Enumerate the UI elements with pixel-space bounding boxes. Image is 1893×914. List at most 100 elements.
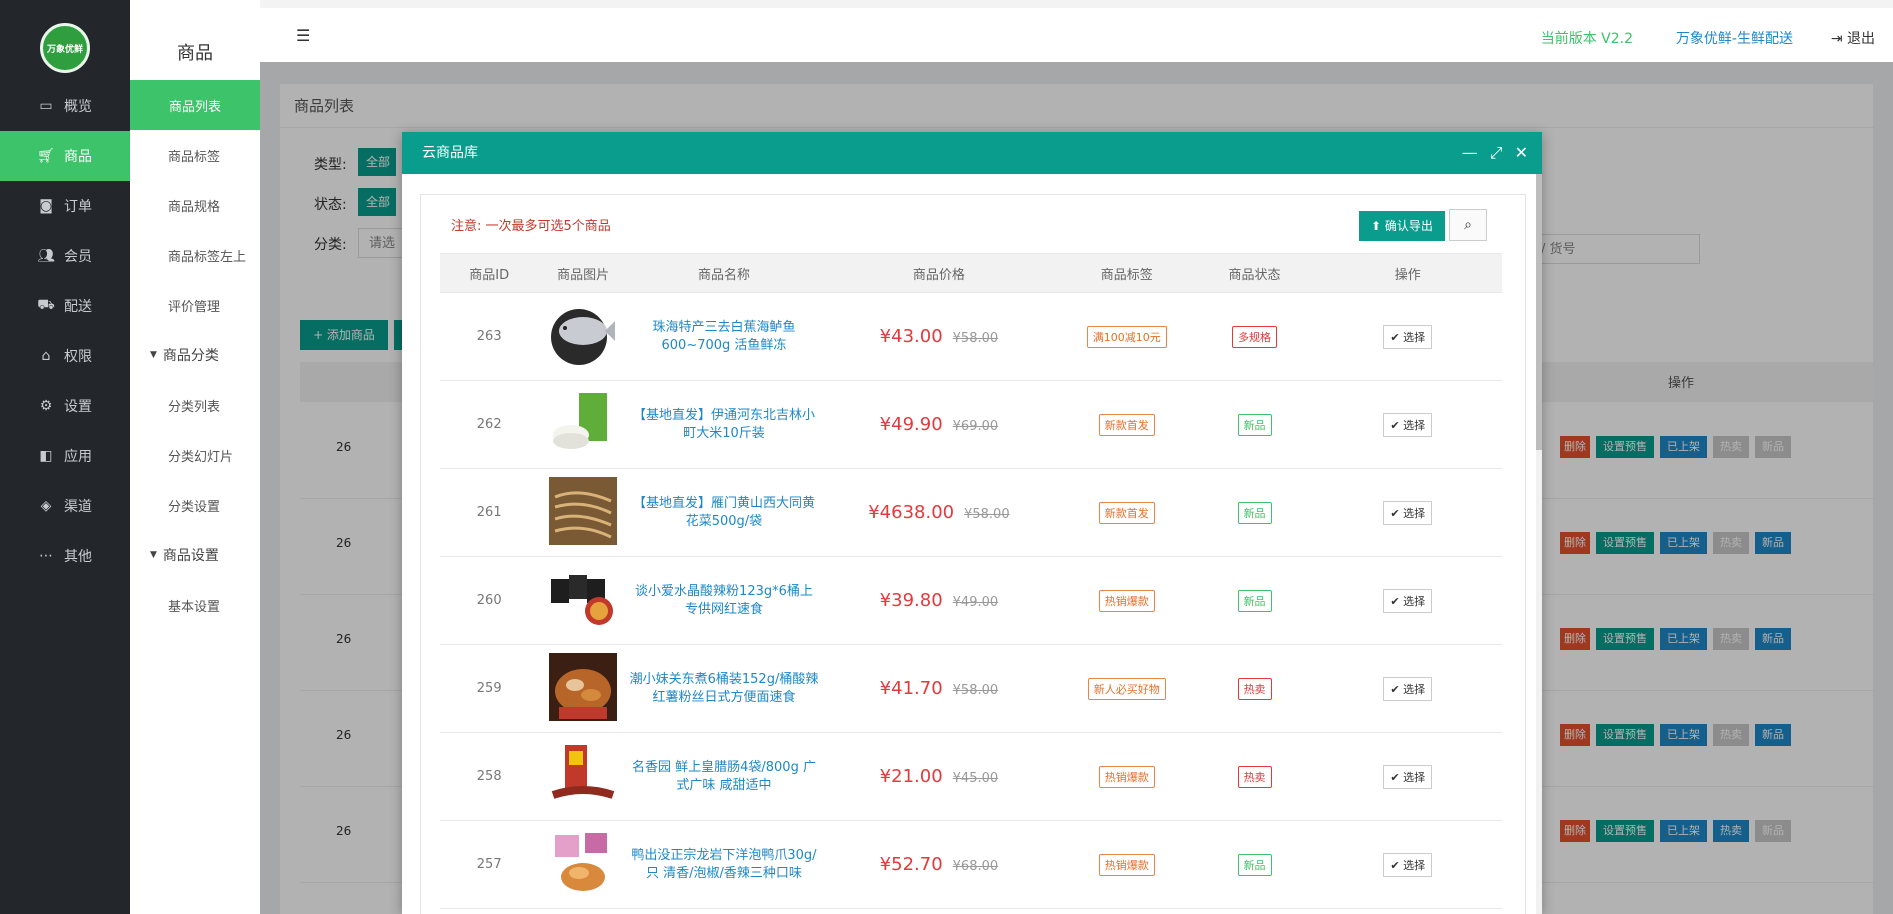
select-label: 选择: [1403, 330, 1426, 344]
goods-name-link[interactable]: 谈小爱水晶酸辣粉123g*6桶上专供网红速食: [629, 583, 819, 619]
modal-scroll-thumb[interactable]: [1536, 174, 1542, 450]
sidebar-item-other[interactable]: ⋯ 其他: [0, 531, 130, 581]
goods-id: 263: [440, 292, 539, 381]
goods-tag-cell: 满100减10元: [1057, 292, 1196, 381]
goods-image-cell: [538, 468, 628, 557]
goods-name-link[interactable]: 【基地直发】伊通河东北吉林小町大米10斤装: [629, 407, 819, 443]
maximize-icon[interactable]: ⤢: [1490, 132, 1503, 174]
sidebar-item-settings[interactable]: ⚙ 设置: [0, 381, 130, 431]
col-header-id: 商品ID: [440, 253, 539, 293]
select-button[interactable]: ✔ 选择: [1383, 852, 1433, 877]
select-label: 选择: [1403, 858, 1426, 872]
users-icon: 👥︎: [37, 248, 55, 264]
check-icon: ✔: [1390, 506, 1404, 520]
goods-name-link[interactable]: 名香园 鲜上皇腊肠4袋/800g 广式广味 咸甜适中: [629, 759, 819, 795]
col-header-status: 商品状态: [1195, 253, 1314, 293]
subnav-item-reviews[interactable]: 评价管理: [130, 280, 260, 330]
goods-tag-cell: 热销爆款: [1057, 556, 1196, 645]
window-controls: — ⤢ ✕: [1462, 132, 1528, 174]
cloud-goods-table: 商品ID 商品图片 商品名称 商品价格 商品标签 商品状态 操作 263 珠海特…: [440, 253, 1502, 909]
goods-name-link[interactable]: 【基地直发】雁门黄山西大同黄花菜500g/袋: [629, 495, 819, 531]
goods-id: 261: [440, 468, 539, 557]
subnav-item-goods-tags[interactable]: 商品标签: [130, 130, 260, 180]
caret-down-icon: ▼: [150, 350, 157, 360]
goods-image-rice: [549, 388, 618, 457]
sidebar-item-members[interactable]: 👥︎ 会员: [0, 231, 130, 281]
goods-tag: 新款首发: [1098, 413, 1155, 436]
goods-image-cell: [538, 820, 628, 909]
select-button[interactable]: ✔ 选择: [1383, 764, 1433, 789]
goods-status-cell: 新品: [1195, 468, 1314, 557]
subnav-group-categories[interactable]: ▼ 商品分类: [130, 330, 260, 380]
sidebar-item-channels[interactable]: ◈ 渠道: [0, 481, 130, 531]
select-button[interactable]: ✔ 选择: [1383, 500, 1433, 525]
main-nav: ▭ 概览 🛒︎ 商品 ◙ 订单 👥︎ 会员 ⛟ 配送 ⌂ 权限 ⚙ 设置 ◧ 应用 ◈ 渠道 ⋯ 其…: [0, 81, 130, 581]
select-label: 选择: [1403, 770, 1426, 784]
table-row: 258 名香园 鲜上皇腊肠4袋/800g 广式广味 咸甜适中 ¥21.00 ¥45…: [440, 732, 1502, 821]
goods-price: ¥49.90: [879, 414, 943, 435]
goods-tag: 热销爆款: [1098, 853, 1155, 876]
goods-id: 260: [440, 556, 539, 645]
menu-toggle-icon[interactable]: ☰: [296, 26, 310, 45]
goods-name-link[interactable]: 珠海特产三去白蕉海鲈鱼600~700g 活鱼鲜冻: [629, 319, 819, 355]
goods-image-daylily: [549, 476, 618, 545]
goods-name-link[interactable]: 潮小妹关东煮6桶装152g/桶酸辣红薯粉丝日式方便面速食: [629, 671, 819, 707]
col-header-tag: 商品标签: [1057, 253, 1196, 293]
subnav-item-goods-specs[interactable]: 商品规格: [130, 180, 260, 230]
subnav-group-label: 商品分类: [162, 348, 219, 364]
goods-image-cell: [538, 644, 628, 733]
logout-icon: ⇥: [1830, 31, 1847, 47]
goods-price-cell: ¥52.70 ¥68.00: [819, 820, 1058, 909]
subnav-item-category-slides[interactable]: 分类幻灯片: [130, 430, 260, 480]
goods-id: 257: [440, 820, 539, 909]
subnav-item-tag-topleft[interactable]: 商品标签左上: [130, 230, 260, 280]
goods-name-cell: 鸭出没正宗龙岩下洋泡鸭爪30g/只 清香/泡椒/香辣三种口味: [627, 820, 820, 909]
brand-logo[interactable]: 万象优鲜: [40, 23, 90, 73]
status-badge: 多规格: [1232, 325, 1278, 348]
select-button[interactable]: ✔ 选择: [1383, 412, 1433, 437]
logout-button[interactable]: ⇥ 退出: [1831, 28, 1875, 48]
goods-id: 262: [440, 380, 539, 469]
goods-image-fish: [549, 300, 618, 369]
subnav-item-category-list[interactable]: 分类列表: [130, 380, 260, 430]
sidebar-item-label: 商品: [64, 149, 92, 165]
goods-name-cell: 【基地直发】伊通河东北吉林小町大米10斤装: [627, 380, 820, 469]
money-icon: ◙: [39, 198, 53, 214]
confirm-export-button[interactable]: ⬆ 确认导出: [1359, 211, 1445, 241]
sidebar-item-goods[interactable]: 🛒︎ 商品: [0, 131, 130, 181]
subnav-group-goods-settings[interactable]: ▼ 商品设置: [130, 530, 260, 580]
subnav-group-label: 商品设置: [162, 548, 219, 564]
goods-old-price: ¥58.00: [964, 507, 1010, 522]
select-button[interactable]: ✔ 选择: [1383, 324, 1433, 349]
goods-price-cell: ¥43.00 ¥58.00: [819, 292, 1058, 381]
goods-price-cell: ¥21.00 ¥45.00: [819, 732, 1058, 821]
select-label: 选择: [1403, 506, 1426, 520]
sidebar-item-label: 渠道: [64, 499, 92, 515]
close-icon[interactable]: ✕: [1515, 132, 1528, 174]
sidebar-item-label: 概览: [64, 99, 92, 115]
minimize-icon[interactable]: —: [1462, 132, 1478, 174]
store-link[interactable]: 万象优鲜-生鲜配送: [1676, 28, 1793, 48]
sidebar-item-label: 应用: [64, 449, 92, 465]
sidebar-item-orders[interactable]: ◙ 订单: [0, 181, 130, 231]
select-button[interactable]: ✔ 选择: [1383, 676, 1433, 701]
subnav-item-basic-settings[interactable]: 基本设置: [130, 580, 260, 630]
sidebar-item-apps[interactable]: ◧ 应用: [0, 431, 130, 481]
sidebar-item-permissions[interactable]: ⌂ 权限: [0, 331, 130, 381]
goods-status-cell: 新品: [1195, 556, 1314, 645]
subnav-item-goods-list[interactable]: 商品列表: [130, 80, 260, 130]
search-button[interactable]: ⌕: [1449, 209, 1487, 241]
version-label: 当前版本 V2.2: [1540, 31, 1633, 47]
goods-tag: 新款首发: [1098, 501, 1155, 524]
goods-name-link[interactable]: 鸭出没正宗龙岩下洋泡鸭爪30g/只 清香/泡椒/香辣三种口味: [629, 847, 819, 883]
sidebar-item-delivery[interactable]: ⛟ 配送: [0, 281, 130, 331]
select-label: 选择: [1403, 682, 1426, 696]
status-badge: 新品: [1237, 501, 1272, 524]
status-badge: 新品: [1237, 413, 1272, 436]
select-button[interactable]: ✔ 选择: [1383, 588, 1433, 613]
subnav-item-category-settings[interactable]: 分类设置: [130, 480, 260, 530]
goods-name-cell: 潮小妹关东煮6桶装152g/桶酸辣红薯粉丝日式方便面速食: [627, 644, 820, 733]
logout-label: 退出: [1847, 31, 1875, 47]
goods-price: ¥4638.00: [868, 502, 955, 523]
sidebar-item-overview[interactable]: ▭ 概览: [0, 81, 130, 131]
